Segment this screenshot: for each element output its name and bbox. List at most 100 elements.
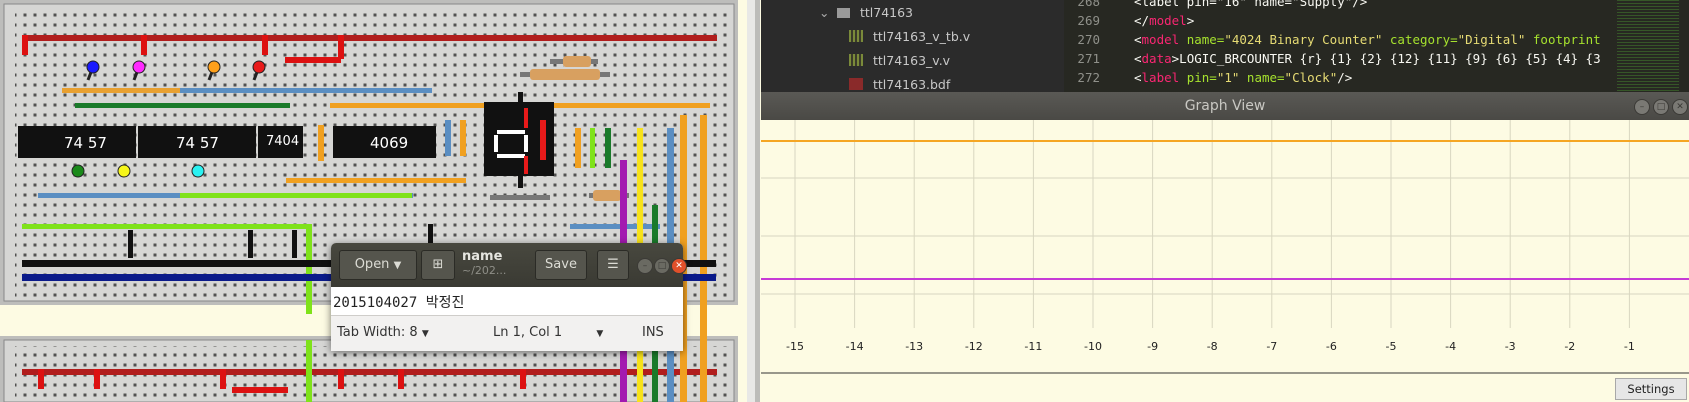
chip-label-2: 74 57 — [176, 134, 219, 152]
document-title: name ~/202... — [462, 249, 532, 277]
code-token: model — [1141, 32, 1180, 47]
minimap[interactable] — [1617, 0, 1679, 92]
line-source: </model> — [1134, 13, 1194, 28]
text-editor-window: Open ▼ ⊞ name ~/202... Save ☰ – □ ✕ 2015… — [331, 243, 687, 351]
tree-file-ttl74163_v[interactable]: ttl74163_v.v — [849, 53, 950, 75]
code-token: "1" — [1216, 70, 1240, 85]
code-token: "4024 Binary Counter" — [1224, 32, 1383, 47]
open-button-label: Open — [354, 257, 390, 272]
verilog-file-icon — [849, 54, 863, 66]
x-tick-label: -2 — [1564, 340, 1575, 353]
document-content: 2015104027 박정진 — [333, 295, 465, 311]
x-tick-label: -3 — [1505, 340, 1516, 353]
x-tick-label: -9 — [1147, 340, 1158, 353]
chevron-down-icon: ⌄ — [819, 5, 830, 20]
editor-statusbar: Tab Width: 8 ▼ Ln 1, Col 1 ▼ INS — [331, 315, 683, 351]
line-source: <model name="4024 Binary Counter" catego… — [1134, 32, 1601, 47]
chip-label-4: 4069 — [370, 134, 408, 152]
new-document-icon: ⊞ — [432, 257, 444, 272]
editor-text-area[interactable]: 2015104027 박정진 — [331, 287, 683, 315]
chip-label-1: 74 57 — [64, 134, 107, 152]
graph-view-window: Graph View – □ ✕ -15 -14 -13 -12 -11 -10 -9 -8-… — [761, 92, 1689, 402]
open-button[interactable]: Open ▼ — [339, 250, 417, 280]
menu-button[interactable]: ☰ — [597, 250, 629, 280]
cursor-position-dropdown[interactable]: Ln 1, Col 1 ▼ — [493, 325, 603, 340]
code-token: "Digital" — [1457, 32, 1526, 47]
x-tick-label: -11 — [1024, 340, 1042, 353]
chevron-down-icon: ▼ — [421, 329, 429, 339]
line-number: 268 — [1077, 0, 1100, 9]
hamburger-menu-icon: ☰ — [607, 257, 619, 272]
code-token: <label pin="16" name="Supply"/> — [1134, 0, 1368, 9]
close-icon[interactable]: ✕ — [1672, 99, 1688, 115]
new-document-button[interactable]: ⊞ — [421, 250, 455, 280]
close-icon[interactable]: ✕ — [671, 258, 687, 274]
editor-headerbar[interactable]: Open ▼ ⊞ name ~/202... Save ☰ – □ ✕ — [331, 243, 687, 287]
file-path: ~/202... — [462, 264, 507, 277]
chevron-down-icon: ▼ — [393, 260, 402, 271]
tree-item-label: ttl74163 — [859, 5, 914, 20]
tree-item-label: ttl74163.bdf — [872, 77, 951, 92]
window-title: Graph View — [1184, 98, 1266, 114]
maximize-icon[interactable]: □ — [654, 258, 670, 274]
insert-mode-label[interactable]: INS — [642, 325, 664, 340]
file-tree-panel: ⌄ ttl74163 ttl74163_v_tb.v ttl74163_v.v … — [761, 0, 1064, 92]
code-token: /> — [1337, 70, 1353, 85]
schematic-file-icon — [849, 78, 863, 90]
code-token: pin= — [1179, 70, 1217, 85]
code-token: > — [1186, 13, 1195, 28]
line-number: 269 — [1077, 13, 1100, 28]
code-editor[interactable]: 268 <label pin="16" name="Supply"/> 269 </m… — [1064, 0, 1689, 92]
x-tick-label: -4 — [1445, 340, 1456, 353]
code-token: >LOGIC_BRCOUNTER {r} {1} {2} {12} {11} {… — [1171, 51, 1601, 66]
code-token: "Clock" — [1284, 70, 1338, 85]
cursor-position-label: Ln 1, Col 1 — [493, 325, 563, 340]
code-token: < — [1134, 32, 1142, 47]
x-tick-label: -12 — [965, 340, 983, 353]
folder-icon — [836, 8, 850, 18]
tab-width-dropdown[interactable]: Tab Width: 8 ▼ — [337, 325, 429, 340]
tree-file-ttl74163_v_tb[interactable]: ttl74163_v_tb.v — [849, 29, 970, 51]
x-tick-label: -6 — [1326, 340, 1337, 353]
tree-item-label: ttl74163_v.v — [872, 53, 951, 68]
maximize-icon[interactable]: □ — [1653, 99, 1669, 115]
code-token: footprint — [1525, 32, 1601, 47]
tab-width-label: Tab Width: 8 — [337, 325, 418, 340]
code-token: </ — [1134, 13, 1150, 28]
x-tick-label: -14 — [846, 340, 864, 353]
tree-item-label: ttl74163_v_tb.v — [872, 29, 971, 44]
code-token: label — [1141, 70, 1180, 85]
line-number: 272 — [1077, 70, 1100, 85]
minimize-icon[interactable]: – — [1634, 99, 1650, 115]
line-number: 270 — [1077, 32, 1100, 47]
chevron-down-icon: ▼ — [596, 329, 604, 339]
code-token: category= — [1382, 32, 1458, 47]
tree-file-ttl74163-bdf[interactable]: ttl74163.bdf — [849, 77, 950, 92]
code-token: < — [1134, 51, 1142, 66]
code-token: model — [1149, 13, 1187, 28]
x-tick-label: -1 — [1624, 340, 1635, 353]
graph-view-titlebar[interactable]: Graph View – □ ✕ — [761, 92, 1689, 121]
line-source: <data>LOGIC_BRCOUNTER {r} {1} {2} {12} {… — [1134, 51, 1601, 66]
x-tick-label: -13 — [905, 340, 923, 353]
code-token: name= — [1179, 32, 1225, 47]
line-source: <label pin="16" name="Supply"/> — [1134, 0, 1367, 9]
settings-button[interactable]: Settings — [1615, 378, 1687, 400]
x-tick-label: -15 — [786, 340, 804, 353]
code-token: data — [1141, 51, 1172, 66]
file-name: name — [462, 249, 503, 264]
line-source: <label pin="1" name="Clock"/> — [1134, 70, 1352, 85]
x-tick-label: -8 — [1207, 340, 1218, 353]
minimize-icon[interactable]: – — [637, 258, 653, 274]
x-tick-label: -5 — [1386, 340, 1397, 353]
code-token: name= — [1239, 70, 1285, 85]
x-tick-label: -7 — [1266, 340, 1277, 353]
plot-background — [761, 120, 1689, 370]
line-number: 271 — [1077, 51, 1100, 66]
save-button[interactable]: Save — [535, 250, 587, 280]
graph-plot[interactable]: -15 -14 -13 -12 -11 -10 -9 -8 -7 -6 -5 -4 -3 -2 -1 — [761, 120, 1689, 402]
code-token: < — [1134, 70, 1142, 85]
x-tick-label: -10 — [1084, 340, 1102, 353]
chip-label-3: 7404 — [266, 134, 299, 149]
tree-folder-ttl74163[interactable]: ⌄ ttl74163 — [819, 5, 913, 27]
